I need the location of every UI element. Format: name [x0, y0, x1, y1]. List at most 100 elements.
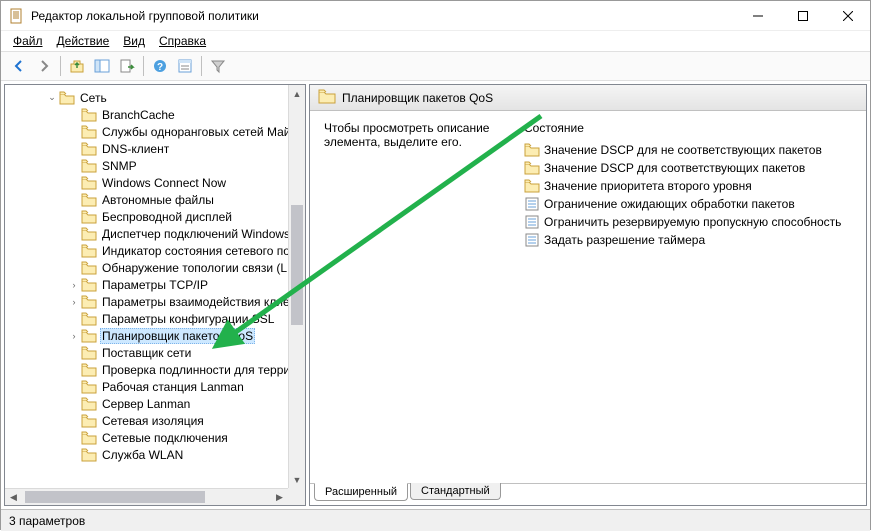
- toolbar: ?: [1, 51, 870, 81]
- tree-item[interactable]: Сетевая изоляция: [5, 412, 305, 429]
- list-item-label: Значение DSCP для соответствующих пакето…: [544, 161, 805, 175]
- tree-item[interactable]: Поставщик сети: [5, 344, 305, 361]
- tree-item[interactable]: Беспроводной дисплей: [5, 208, 305, 225]
- tree-item[interactable]: Windows Connect Now: [5, 174, 305, 191]
- list-item[interactable]: Значение DSCP для не соответствующих пак…: [524, 141, 852, 159]
- expander-spacer: [67, 108, 81, 122]
- up-level-button[interactable]: [65, 54, 89, 78]
- tree-item-label: Службы одноранговых сетей Май: [100, 125, 292, 139]
- menu-action[interactable]: Действие: [51, 32, 116, 50]
- expander-spacer: [67, 261, 81, 275]
- state-column: Состояние Значение DSCP для не соответст…: [524, 121, 852, 473]
- folder-icon: [81, 431, 97, 445]
- forward-button[interactable]: [32, 54, 56, 78]
- folder-icon: [81, 108, 97, 122]
- list-item[interactable]: Значение DSCP для соответствующих пакето…: [524, 159, 852, 177]
- tree-item[interactable]: BranchCache: [5, 106, 305, 123]
- setting-icon: [524, 232, 540, 248]
- list-item[interactable]: Задать разрешение таймера: [524, 231, 852, 249]
- properties-button[interactable]: [173, 54, 197, 78]
- statusbar: 3 параметров: [1, 509, 870, 531]
- tree-item[interactable]: › Планировщик пакетов QoS: [5, 327, 305, 344]
- toolbar-separator: [143, 56, 144, 76]
- tree-item[interactable]: Служба WLAN: [5, 446, 305, 463]
- tree-item-root[interactable]: ⌄ Сеть: [5, 89, 305, 106]
- tree-item[interactable]: DNS-клиент: [5, 140, 305, 157]
- list-item[interactable]: Ограничение ожидающих обработки пакетов: [524, 195, 852, 213]
- tree-item[interactable]: Сервер Lanman: [5, 395, 305, 412]
- chevron-right-icon[interactable]: ›: [67, 278, 81, 292]
- list-item-label: Ограничить резервируемую пропускную спос…: [544, 215, 841, 229]
- show-hide-tree-button[interactable]: [90, 54, 114, 78]
- tree-item[interactable]: Параметры конфигурации SSL: [5, 310, 305, 327]
- tree-item-label: BranchCache: [100, 108, 177, 122]
- close-button[interactable]: [825, 1, 870, 31]
- tree-item[interactable]: Рабочая станция Lanman: [5, 378, 305, 395]
- menubar: Файл Действие Вид Справка: [1, 31, 870, 51]
- chevron-right-icon[interactable]: ›: [67, 295, 81, 309]
- tree-item[interactable]: SNMP: [5, 157, 305, 174]
- window-controls: [735, 1, 870, 31]
- tree-item-label: Беспроводной дисплей: [100, 210, 234, 224]
- scroll-down-icon[interactable]: ▼: [289, 471, 305, 488]
- menu-file[interactable]: Файл: [7, 32, 49, 50]
- expander-spacer: [67, 125, 81, 139]
- tree-item-label: Сетевая изоляция: [100, 414, 206, 428]
- list-item[interactable]: Значение приоритета второго уровня: [524, 177, 852, 195]
- back-button[interactable]: [7, 54, 31, 78]
- tree-item[interactable]: Обнаружение топологии связи (L: [5, 259, 305, 276]
- window-title: Редактор локальной групповой политики: [31, 9, 735, 23]
- tree-item[interactable]: Службы одноранговых сетей Май: [5, 123, 305, 140]
- tree-item-label: Поставщик сети: [100, 346, 193, 360]
- tree-item[interactable]: › Параметры взаимодействия клиен: [5, 293, 305, 310]
- tree-item[interactable]: Индикатор состояния сетевого по: [5, 242, 305, 259]
- tree-item-label: Windows Connect Now: [100, 176, 228, 190]
- scroll-thumb[interactable]: [291, 205, 303, 325]
- chevron-right-icon[interactable]: ›: [67, 329, 81, 343]
- scroll-right-icon[interactable]: ▶: [271, 489, 288, 505]
- svg-text:?: ?: [157, 62, 163, 73]
- tab-standard[interactable]: Стандартный: [410, 483, 501, 500]
- tree-item[interactable]: Сетевые подключения: [5, 429, 305, 446]
- filter-button[interactable]: [206, 54, 230, 78]
- tab-extended[interactable]: Расширенный: [314, 483, 408, 501]
- export-list-button[interactable]: [115, 54, 139, 78]
- tree-item[interactable]: Проверка подлинности для терри: [5, 361, 305, 378]
- folder-icon: [81, 227, 97, 241]
- list-item[interactable]: Ограничить резервируемую пропускную спос…: [524, 213, 852, 231]
- folder-icon: [524, 142, 540, 158]
- menu-help[interactable]: Справка: [153, 32, 212, 50]
- tree-item[interactable]: › Параметры TCP/IP: [5, 276, 305, 293]
- maximize-button[interactable]: [780, 1, 825, 31]
- tree-scrollbar-horizontal[interactable]: ◀ ▶: [5, 488, 288, 505]
- expander-spacer: [67, 380, 81, 394]
- help-button[interactable]: ?: [148, 54, 172, 78]
- status-text: 3 параметров: [9, 514, 85, 528]
- tree-item-label: Сервер Lanman: [100, 397, 192, 411]
- minimize-button[interactable]: [735, 1, 780, 31]
- folder-icon: [81, 414, 97, 428]
- tree-item-label: Рабочая станция Lanman: [100, 380, 246, 394]
- scroll-left-icon[interactable]: ◀: [5, 489, 22, 505]
- tree-item-label: DNS-клиент: [100, 142, 171, 156]
- tree-item-label: Сеть: [78, 91, 109, 105]
- chevron-down-icon[interactable]: ⌄: [45, 91, 59, 105]
- scroll-up-icon[interactable]: ▲: [289, 85, 305, 102]
- menu-view[interactable]: Вид: [117, 32, 151, 50]
- folder-icon: [81, 142, 97, 156]
- expander-spacer: [67, 210, 81, 224]
- expander-spacer: [67, 142, 81, 156]
- expander-spacer: [67, 448, 81, 462]
- tree-item-label: SNMP: [100, 159, 139, 173]
- scroll-thumb[interactable]: [25, 491, 205, 503]
- tree-item[interactable]: Автономные файлы: [5, 191, 305, 208]
- tree-item[interactable]: Диспетчер подключений Windows: [5, 225, 305, 242]
- tree-item-label: Диспетчер подключений Windows: [100, 227, 292, 241]
- description-text: Чтобы просмотреть описание элемента, выд…: [324, 121, 508, 149]
- tree-scrollbar-vertical[interactable]: ▲ ▼: [288, 85, 305, 488]
- tree[interactable]: ⌄ Сеть BranchCache Службы одноранговых с…: [5, 85, 305, 505]
- expander-spacer: [67, 244, 81, 258]
- folder-icon: [81, 244, 97, 258]
- list-item-label: Задать разрешение таймера: [544, 233, 705, 247]
- tree-item-label: Автономные файлы: [100, 193, 216, 207]
